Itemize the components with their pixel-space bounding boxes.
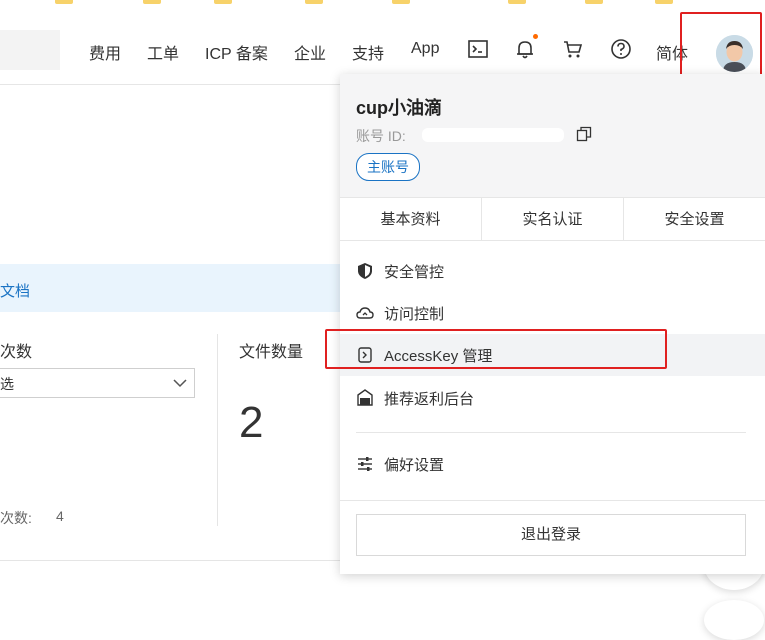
menu-item-label: 安全管控 — [384, 264, 445, 281]
bell-icon[interactable] — [514, 38, 536, 60]
file-count-label: 文件数量 — [239, 344, 304, 361]
nav-enterprise[interactable]: 企业 — [294, 40, 326, 64]
account-header: cup小油滴 账号 ID: 主账号 — [340, 74, 765, 197]
docs-link[interactable]: 文档 — [0, 280, 30, 301]
bookmark-folder-icon[interactable] — [55, 0, 73, 4]
period-select[interactable] — [0, 368, 195, 398]
gift-icon — [357, 389, 373, 406]
divider — [356, 432, 746, 433]
cloud-icon — [356, 307, 374, 319]
visits-label: 次数 — [0, 344, 33, 361]
info-banner — [0, 264, 345, 312]
nav-icp[interactable]: ICP 备案 — [205, 40, 268, 64]
bookmark-folder-icon[interactable] — [305, 0, 323, 4]
period-select-value: 选 — [0, 376, 14, 392]
divider — [340, 500, 765, 501]
chevron-down-icon[interactable] — [172, 375, 188, 391]
menu-item-security-control[interactable]: 安全管控 — [340, 250, 765, 292]
sliders-icon — [358, 457, 372, 471]
menu-item-access-control[interactable]: 访问控制 — [340, 292, 765, 334]
tab-basic-info[interactable]: 基本资料 — [340, 198, 481, 241]
copy-icon[interactable] — [576, 126, 592, 142]
help-icon[interactable] — [610, 38, 632, 60]
bookmark-folder-icon[interactable] — [392, 0, 410, 4]
account-id-label: 账号 ID: — [356, 128, 406, 144]
bookmark-folder-icon[interactable] — [585, 0, 603, 4]
main-account-badge: 主账号 — [356, 153, 420, 181]
account-tabs: 基本资料 实名认证 安全设置 — [340, 197, 765, 241]
bookmark-folder-icon[interactable] — [508, 0, 526, 4]
nav-support[interactable]: 支持 — [352, 40, 384, 64]
floating-action-button[interactable] — [704, 600, 764, 640]
menu-item-label: 访问控制 — [384, 306, 445, 323]
cart-icon[interactable] — [562, 38, 584, 60]
divider — [217, 334, 218, 526]
tab-security-settings[interactable]: 安全设置 — [624, 198, 765, 241]
visit-count-label: 次数: — [0, 510, 32, 526]
bookmark-folder-icon[interactable] — [143, 0, 161, 4]
divider — [0, 560, 345, 561]
file-count-value: 2 — [239, 398, 264, 447]
terminal-icon[interactable] — [467, 38, 489, 60]
bookmark-folder-icon[interactable] — [214, 0, 232, 4]
menu-item-referral[interactable]: 推荐返利后台 — [340, 377, 765, 419]
nav-tickets[interactable]: 工单 — [147, 40, 179, 64]
menu-item-label: 推荐返利后台 — [384, 391, 475, 408]
menu-item-label: 偏好设置 — [384, 457, 445, 474]
account-dropdown: cup小油滴 账号 ID: 主账号 基本资料 实名认证 安全设置 安全管控 访问… — [340, 74, 765, 574]
shield-icon — [358, 263, 372, 279]
account-username: cup小油滴 — [356, 98, 443, 118]
logout-button[interactable]: 退出登录 — [356, 514, 746, 556]
bookmark-folder-icon[interactable] — [655, 0, 673, 4]
account-id-redacted — [422, 128, 564, 142]
visit-count-value: 4 — [56, 508, 64, 524]
menu-item-preferences[interactable]: 偏好设置 — [340, 443, 765, 485]
notification-dot — [533, 34, 538, 39]
nav-app[interactable]: App — [411, 40, 439, 58]
accesskey-highlight-box — [325, 329, 667, 369]
tab-real-name[interactable]: 实名认证 — [482, 198, 623, 241]
nav-billing[interactable]: 费用 — [89, 40, 121, 64]
